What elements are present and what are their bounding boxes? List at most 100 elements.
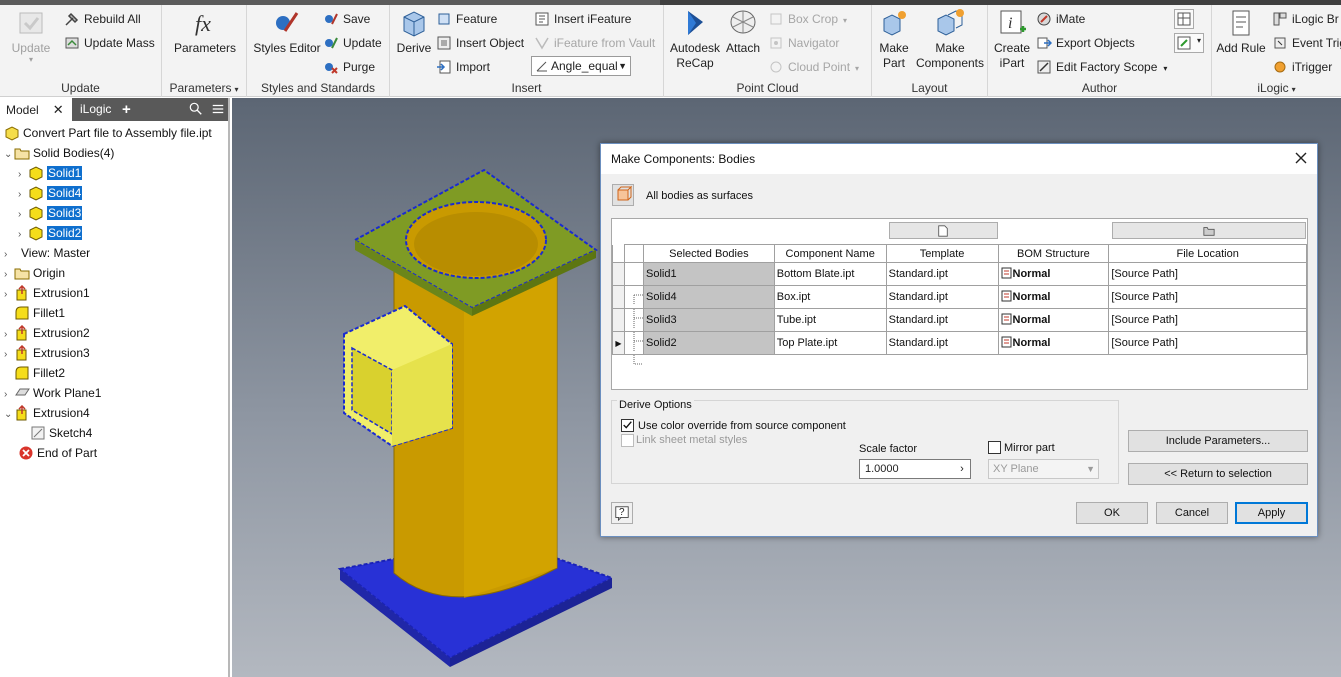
tree-extrusion2[interactable]: › Extrusion2 [4,323,90,343]
tree-end-of-part[interactable]: End of Part [18,443,97,463]
help-button[interactable]: ? [611,502,633,524]
cell-body[interactable]: Solid3 [642,308,775,332]
insert-object-button[interactable]: Insert Object [436,32,524,54]
tree-solid-bodies[interactable]: ⌄ Solid Bodies(4) [4,143,114,163]
tree-fillet1[interactable]: Fillet1 [14,303,65,323]
cell-body[interactable]: Solid4 [642,285,775,309]
expand-icon[interactable]: › [4,385,14,405]
cell-file-location[interactable]: [Source Path] [1108,262,1307,286]
update-button[interactable]: Update ▾ [6,7,56,64]
save-style-button[interactable]: Save [323,8,370,30]
expand-icon[interactable]: › [18,205,28,225]
tree-solid1[interactable]: › Solid1 [18,163,83,185]
tree-solid4[interactable]: › Solid4 [18,183,83,205]
mirror-part-checkbox[interactable] [988,441,1001,454]
cell-component-name[interactable]: Box.ipt [773,285,887,309]
autodesk-recap-button[interactable]: Autodesk ReCap [666,7,724,71]
add-rule-button[interactable]: Add Rule [1214,7,1268,56]
expand-icon[interactable]: › [18,225,28,245]
box-crop-button[interactable]: Box Crop ▾ [768,8,847,30]
row-header[interactable] [612,262,625,286]
add-tab-icon[interactable]: + [122,98,136,121]
cell-template[interactable]: Standard.ipt [885,285,999,309]
ifeature-from-vault-button[interactable]: iFeature from Vault [534,32,655,54]
parameters-button[interactable]: fx Parameters [170,7,240,56]
rule-select[interactable]: Angle_equal ▼ [531,56,631,76]
cell-component-name[interactable]: Top Plate.ipt [773,331,887,355]
table-row[interactable]: ▶ Solid2 Top Plate.ipt Standard.ipt Norm… [612,331,1307,378]
scale-factor-input[interactable]: 1.0000 › [859,459,971,479]
col-bom-structure[interactable]: BOM Structure [997,244,1110,263]
expand-icon[interactable]: › [18,165,28,185]
cell-template[interactable]: Standard.ipt [885,262,999,286]
imate-button[interactable]: iMate [1036,8,1085,30]
expand-icon[interactable]: › [4,265,14,285]
table-row[interactable]: Solid1 Bottom Blate.ipt Standard.ipt Nor… [612,262,1307,309]
make-part-button[interactable]: Make Part [874,7,914,71]
cell-component-name[interactable]: Bottom Blate.ipt [773,262,887,286]
update-mass-button[interactable]: Update Mass [64,32,155,54]
collapse-icon[interactable]: ⌄ [4,145,14,165]
cell-file-location[interactable]: [Source Path] [1108,331,1307,355]
expand-icon[interactable]: › [4,245,14,265]
attach-button[interactable]: Attach [722,7,764,56]
row-header[interactable] [612,285,625,309]
all-bodies-as-surfaces-button[interactable] [612,184,634,206]
edit-factory-scope-button[interactable]: Edit Factory Scope ▾ [1036,56,1167,78]
styles-editor-button[interactable]: Styles Editor [249,7,325,56]
tree-extrusion3[interactable]: › Extrusion3 [4,343,90,363]
expand-icon[interactable]: › [18,185,28,205]
navigator-button[interactable]: Navigator [768,32,839,54]
purge-style-button[interactable]: Purge [323,56,375,78]
author-tool-a-button[interactable] [1174,9,1194,29]
cell-bom[interactable]: Normal [997,285,1110,309]
cell-template[interactable]: Standard.ipt [885,308,999,332]
cell-body[interactable]: Solid2 [642,331,775,355]
cell-file-location[interactable]: [Source Path] [1108,285,1307,309]
ok-button[interactable]: OK [1076,502,1148,524]
ilogic-browser-button[interactable]: iLogic Br [1272,8,1339,30]
export-objects-button[interactable]: Export Objects [1036,32,1135,54]
cell-bom[interactable]: Normal [997,331,1110,355]
browser-menu-icon[interactable] [211,98,227,121]
return-to-selection-button[interactable]: << Return to selection [1128,463,1308,485]
row-header[interactable] [612,308,625,332]
apply-button[interactable]: Apply [1235,502,1308,524]
event-triggers-button[interactable]: Event Trig [1272,32,1341,54]
cancel-button[interactable]: Cancel [1156,502,1228,524]
insert-ifeature-button[interactable]: Insert iFeature [534,8,631,30]
author-tool-b-button[interactable]: ▾ [1174,33,1204,53]
tree-extrusion1[interactable]: › Extrusion1 [4,283,90,303]
create-ipart-button[interactable]: i Create iPart [990,7,1034,71]
browse-location-button[interactable] [1112,222,1306,239]
collapse-icon[interactable]: ⌄ [4,405,14,425]
panel-title-ilogic[interactable]: iLogic ▾ [1212,80,1341,96]
tree-solid3[interactable]: › Solid3 [18,203,83,225]
chevron-right-icon[interactable]: › [954,460,970,478]
tree-work-plane1[interactable]: › Work Plane1 [4,383,101,403]
derive-button[interactable]: Derive [394,7,434,56]
col-template[interactable]: Template [885,244,999,263]
add-bodies-button[interactable] [889,222,998,239]
col-component-name[interactable]: Component Name [773,244,887,263]
col-file-location[interactable]: File Location [1108,244,1307,263]
update-style-button[interactable]: Update [323,32,382,54]
cell-template[interactable]: Standard.ipt [885,331,999,355]
cell-file-location[interactable]: [Source Path] [1108,308,1307,332]
link-sheet-metal-checkbox[interactable] [621,434,634,447]
close-tab-icon[interactable]: ✕ [53,102,64,117]
expand-icon[interactable]: › [4,345,14,365]
tree-view-master[interactable]: › View: Master [4,243,90,263]
import-button[interactable]: Import [436,56,490,78]
tree-root[interactable]: Convert Part file to Assembly file.ipt [4,123,212,143]
cell-component-name[interactable]: Tube.ipt [773,308,887,332]
cloud-point-button[interactable]: Cloud Point ▾ [768,56,859,78]
mirror-plane-select[interactable]: XY Plane ▼ [988,459,1099,479]
use-color-override-checkbox[interactable] [621,419,634,432]
cell-bom[interactable]: Normal [997,308,1110,332]
expand-icon[interactable]: › [4,325,14,345]
tree-origin[interactable]: › Origin [4,263,65,283]
tree-fillet2[interactable]: Fillet2 [14,363,65,383]
col-selected-bodies[interactable]: Selected Bodies [642,244,775,263]
close-icon[interactable] [1293,150,1309,166]
